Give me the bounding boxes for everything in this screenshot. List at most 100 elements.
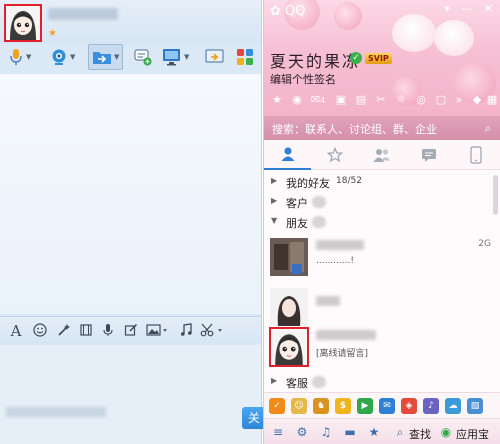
- contact-name-redacted: [316, 296, 340, 306]
- chat-footer-text-redacted: [6, 407, 106, 417]
- shop-icon[interactable]: ▣: [334, 93, 348, 107]
- scrollbar-thumb[interactable]: [493, 175, 498, 215]
- qq-main-panel: ✿ QQ ▾ — ✕ 夏天的果冻 ✓ SVIP 编辑个性签名 ★ ◉ ✉4 ▣ …: [263, 0, 500, 444]
- monitor-icon: [163, 49, 180, 66]
- contact-status: [离线请留言]: [316, 349, 369, 359]
- apps-button[interactable]: [236, 44, 254, 70]
- tools-icon[interactable]: ✂: [374, 93, 388, 107]
- gift-icon[interactable]: ▤: [354, 93, 368, 107]
- share-screen-button[interactable]: [205, 44, 225, 70]
- cube-icon[interactable]: ◆: [470, 93, 484, 107]
- play-circle-icon[interactable]: ◉: [290, 93, 304, 107]
- app-video-icon[interactable]: ▶: [357, 398, 373, 414]
- group-count-redacted: [312, 216, 326, 228]
- magic-wand-icon[interactable]: [56, 323, 72, 339]
- music-icon[interactable]: [178, 323, 194, 339]
- gear-icon[interactable]: ⚙: [294, 424, 310, 440]
- app-store-icon: ◉: [440, 425, 452, 439]
- tab-contacts[interactable]: [264, 140, 311, 170]
- app-mail-icon[interactable]: ✉: [379, 398, 395, 414]
- group-my-friends[interactable]: ▶ 我的好友 18/52: [264, 172, 500, 192]
- window-controls[interactable]: ▾ — ✕: [444, 2, 497, 15]
- weather-icon[interactable]: ☼: [394, 93, 408, 107]
- formatting-toolbar: A: [0, 316, 261, 344]
- group-count-redacted: [312, 196, 326, 208]
- contact-avatar: [269, 327, 309, 367]
- main-menu-icon[interactable]: ≡: [270, 424, 286, 440]
- chat-contact-name-redacted: [48, 8, 118, 20]
- mail-icon[interactable]: ✉4: [308, 93, 328, 107]
- send-file-button[interactable]: ▼: [88, 44, 124, 70]
- find-button[interactable]: 查找: [409, 426, 431, 442]
- game-icon[interactable]: ◎: [414, 93, 428, 107]
- contact-name-redacted: [316, 330, 376, 340]
- edit-image-icon[interactable]: [123, 323, 139, 339]
- voice-message-icon[interactable]: [100, 323, 116, 339]
- chevron-down-icon: ▼: [70, 53, 76, 61]
- chat-bubble-icon: [421, 149, 436, 162]
- app-coin-icon[interactable]: $: [335, 398, 351, 414]
- mail-count: 4: [320, 96, 326, 105]
- tab-devices[interactable]: [452, 140, 499, 170]
- message-icon[interactable]: ▢: [434, 93, 448, 107]
- app-image-icon[interactable]: ▧: [467, 398, 483, 414]
- folder-icon[interactable]: ▬: [342, 424, 358, 440]
- group-customer-service[interactable]: ▶ 客服: [264, 372, 500, 392]
- star-icon[interactable]: ★: [270, 93, 284, 107]
- chat-window: ★ ▼ ▼ ▼ ▼ A: [0, 0, 262, 444]
- image-icon[interactable]: [146, 323, 170, 339]
- app-dock: ✓ ☺ ♞ $ ▶ ✉ ◈ ♪ ☁ ▧: [264, 392, 500, 418]
- bunny-decoration-icon: [392, 14, 436, 52]
- app-security-icon[interactable]: ◈: [401, 398, 417, 414]
- voice-call-button[interactable]: ▼: [8, 44, 31, 70]
- video-clip-icon[interactable]: [78, 323, 94, 339]
- group-people-icon: [373, 149, 390, 162]
- group-friends[interactable]: ▼ 朋友: [264, 212, 500, 232]
- app-music-icon[interactable]: ♪: [423, 398, 439, 414]
- screenshot-scissors-icon[interactable]: [200, 323, 226, 339]
- app-cloud-icon[interactable]: ☁: [445, 398, 461, 414]
- speaker-icon[interactable]: ♫: [318, 424, 334, 440]
- checkmark-icon: ✓: [350, 52, 362, 64]
- font-icon[interactable]: A: [8, 323, 24, 339]
- star-box-icon[interactable]: ★: [366, 424, 382, 440]
- double-chevron-right-icon[interactable]: »: [452, 93, 466, 107]
- app-dog-icon[interactable]: ♞: [313, 398, 329, 414]
- group-name: 客服: [286, 377, 308, 390]
- list-item[interactable]: ............! 2G: [264, 232, 500, 282]
- emoji-icon[interactable]: [32, 323, 48, 339]
- tab-groups[interactable]: [358, 140, 405, 170]
- anime-girl-avatar-icon: [271, 329, 307, 365]
- tab-favorites[interactable]: [311, 140, 358, 170]
- user-nickname[interactable]: 夏天的果冻: [270, 48, 360, 72]
- search-icon[interactable]: ⌕: [481, 121, 495, 135]
- desktop: ★ ▼ ▼ ▼ ▼ A 关 ✿ QQ ▾ — ✕ 夏天的果冻 ✓ SVIP 编辑…: [0, 0, 500, 444]
- vip-badge[interactable]: SVIP: [365, 53, 392, 64]
- microphone-icon: [10, 49, 22, 65]
- app-store-button[interactable]: 应用宝: [456, 426, 489, 442]
- chat-contact-avatar[interactable]: [4, 4, 42, 42]
- app-avatar-icon[interactable]: ☺: [291, 398, 307, 414]
- app-checkmark-icon[interactable]: ✓: [269, 398, 285, 414]
- contact-list[interactable]: ▶ 我的好友 18/52 ▶ 客户 ▼ 朋友 ............! 2G …: [264, 170, 500, 392]
- tab-messages[interactable]: [405, 140, 452, 170]
- chevron-right-icon: ▶: [271, 376, 278, 385]
- qq-penguin-icon: ✿ QQ: [270, 4, 306, 19]
- signature-edit[interactable]: 编辑个性签名: [270, 71, 336, 87]
- video-call-button[interactable]: ▼: [50, 44, 75, 70]
- group-count-redacted: [312, 376, 326, 388]
- message-input-area[interactable]: [0, 345, 261, 444]
- grid-icon[interactable]: ▦: [485, 93, 499, 107]
- folder-transfer-icon: [93, 52, 111, 64]
- chat-add-icon: [134, 49, 152, 66]
- list-item-selected[interactable]: [离线请留言]: [264, 322, 500, 372]
- remote-desktop-button[interactable]: ▼: [162, 44, 189, 70]
- create-discussion-button[interactable]: [134, 44, 152, 70]
- chevron-right-icon: ▶: [271, 176, 278, 185]
- network-type: 2G: [478, 239, 491, 249]
- message-history-area[interactable]: [0, 74, 261, 314]
- group-count: 18/52: [336, 176, 362, 186]
- chevron-down-icon: ▼: [271, 216, 278, 225]
- group-customers[interactable]: ▶ 客户: [264, 192, 500, 212]
- contact-search-input[interactable]: 搜索：联系人、讨论组、群、企业 ⌕: [264, 116, 500, 140]
